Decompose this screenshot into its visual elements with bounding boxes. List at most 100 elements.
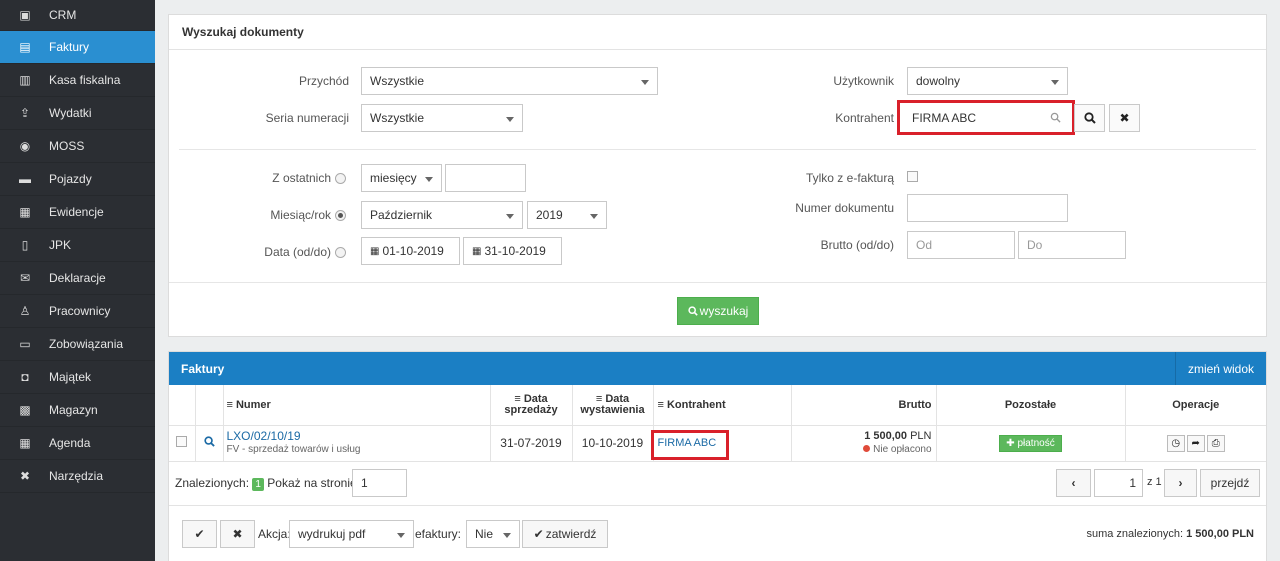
sidebar-item-narzędzia[interactable]: ✖ Narzędzia [0,460,155,493]
column-header-data-sprzedazy[interactable]: ≡ Data sprzedaży [490,385,573,426]
row-checkbox[interactable] [176,436,188,447]
payment-button[interactable]: ✚ płatność [999,434,1062,452]
search-icon[interactable] [203,436,215,447]
row-pozostale-cell: ✚ płatność [936,425,1126,462]
sidebar-item-wydatki[interactable]: ⇪ Wydatki [0,97,155,130]
close-icon: ✖ [232,527,243,541]
payment-status: Nie opłacono [873,444,932,455]
sidebar-item-label: Kasa fiskalna [49,73,121,87]
sidebar: ▣ CRM ▤ Faktury ▥ Kasa fiskalna ⇪ Wydatki ◉ MOSS ▬… [0,0,155,561]
sidebar-item-pojazdy[interactable]: ▬ Pojazdy [0,163,155,196]
brutto-do-input[interactable]: Do [1018,231,1126,259]
main-content: Wyszukaj dokumenty Przychód Wszystkie Uż… [155,0,1280,561]
z-ostatnich-input[interactable] [445,164,526,192]
z-ostatnich-radio[interactable] [335,173,346,184]
z-ostatnich-unit-select[interactable]: miesięcy [361,164,442,192]
sidebar-item-magazyn[interactable]: ▩ Magazyn [0,394,155,427]
found-label: Znalezionych: [175,476,250,490]
sort-icon: ≡ [226,398,236,411]
miesiac-select[interactable]: Październik [361,201,523,229]
uzytkownik-select[interactable]: dowolny [907,67,1068,95]
column-header-data-wystawienia[interactable]: ≡ Data wystawienia [572,385,654,426]
column-header-pozostale: Pozostałe [936,385,1126,426]
prev-page-button[interactable]: ‹ [1056,469,1091,497]
expenses-icon: ⇪ [19,106,31,120]
brutto-do-placeholder: Do [1027,238,1043,252]
kontrahent-clear-button[interactable]: ✖ [1109,104,1140,132]
plus-icon: ✚ [1006,437,1018,449]
row-brutto-cell: 1 500,00 PLN Nie opłacono [791,425,937,462]
moss-icon: ◉ [19,139,31,153]
sidebar-item-moss[interactable]: ◉ MOSS [0,130,155,163]
column-header-operacje: Operacje [1125,385,1266,426]
sidebar-item-crm[interactable]: ▣ CRM [0,0,155,31]
confirm-button-label: zatwierdź [545,527,597,541]
invoices-panel: Faktury zmień widok ≡ Numer ≡ Data sprzed… [168,351,1267,561]
sidebar-item-label: Agenda [49,436,91,450]
check-icon: ✔ [194,527,205,541]
rok-select[interactable]: 2019 [527,201,607,229]
data-od-input[interactable]: ▦ 01-10-2019 [361,237,460,265]
invoice-type: FV - sprzedaż towarów i usług [226,444,361,455]
column-header-kontrahent[interactable]: ≡ Kontrahent [653,385,792,426]
next-page-button[interactable]: › [1164,469,1197,497]
efaktury-value: Nie [475,527,494,541]
check-icon: ✔ [533,527,544,541]
deselect-all-button[interactable]: ✖ [220,520,255,548]
numer-input[interactable] [907,194,1068,222]
sidebar-item-faktury[interactable]: ▤ Faktury [0,31,155,64]
history-icon[interactable]: ◷ [1166,434,1185,452]
select-all-button[interactable]: ✔ [182,520,217,548]
per-page-input[interactable]: 1 [352,469,407,497]
select-column-header [169,385,196,426]
akcja-select[interactable]: wydrukuj pdf [289,520,414,548]
kontrahent-search-button[interactable] [1074,104,1105,132]
row-operacje-cell: ◷ ➦ ⎙ [1125,425,1266,462]
print-icon[interactable]: ⎙ [1206,434,1225,452]
miesiac-radio[interactable] [335,210,346,221]
invoice-number-link[interactable]: LXO/02/10/19 [227,430,490,443]
sidebar-item-pracownicy[interactable]: ♙ Pracownicy [0,295,155,328]
sidebar-item-agenda[interactable]: ▦ Agenda [0,427,155,460]
found-summary: Znalezionych: 1 Pokaż na stronie: [175,476,360,491]
sidebar-item-label: JPK [49,238,72,252]
przychod-select[interactable]: Wszystkie [361,67,658,95]
page-input[interactable]: 1 [1094,469,1143,497]
change-view-button[interactable]: zmień widok [1174,352,1266,385]
sidebar-item-ewidencje[interactable]: ▦ Ewidencje [0,196,155,229]
seria-select[interactable]: Wszystkie [361,104,523,132]
efaktury-select[interactable]: Nie [466,520,520,548]
status-dot-icon [863,445,871,452]
sidebar-item-kasa-fiskalna[interactable]: ▥ Kasa fiskalna [0,64,155,97]
kontrahent-label: Kontrahent [835,111,894,125]
sidebar-item-majątek[interactable]: ◘ Majątek [0,361,155,394]
column-header-data-sprzedazy-label-2: sprzedaży [504,403,558,416]
data-do-input[interactable]: ▦ 31-10-2019 [463,237,562,265]
confirm-button[interactable]: ✔ zatwierdź [522,520,608,548]
data-radio[interactable] [335,247,346,258]
miesiac-label: Miesiąc/rok [270,208,331,222]
z-ostatnich-unit-value: miesięcy [370,171,417,185]
sidebar-item-jpk[interactable]: ▯ JPK [0,229,155,262]
akcja-label: Akcja: [258,527,291,541]
rok-value: 2019 [536,208,563,222]
liabilities-icon: ▭ [19,337,31,351]
column-header-numer[interactable]: ≡ Numer [223,385,491,426]
declarations-icon: ✉ [19,271,31,285]
search-button[interactable]: wyszukaj [677,297,759,325]
close-icon: ✖ [1119,111,1130,125]
sidebar-item-zobowiązania[interactable]: ▭ Zobowiązania [0,328,155,361]
sidebar-item-label: Pojazdy [49,172,92,186]
search-button-label: wyszukaj [699,304,749,318]
share-arrow-icon[interactable]: ➦ [1186,434,1205,452]
records-icon: ▦ [19,205,31,219]
miesiac-value: Październik [370,208,433,222]
efaktura-label: Tylko z e-fakturą [805,171,894,185]
pagination-bar: Znalezionych: 1 Pokaż na stronie: 1 ‹ 1 … [169,462,1266,506]
brutto-od-input[interactable]: Od [907,231,1015,259]
efaktura-checkbox[interactable] [907,171,918,182]
jpk-icon: ▯ [21,238,29,252]
page-of-label: z 1 [1147,476,1162,488]
sidebar-item-deklaracje[interactable]: ✉ Deklaracje [0,262,155,295]
go-button[interactable]: przejdź [1200,469,1260,497]
